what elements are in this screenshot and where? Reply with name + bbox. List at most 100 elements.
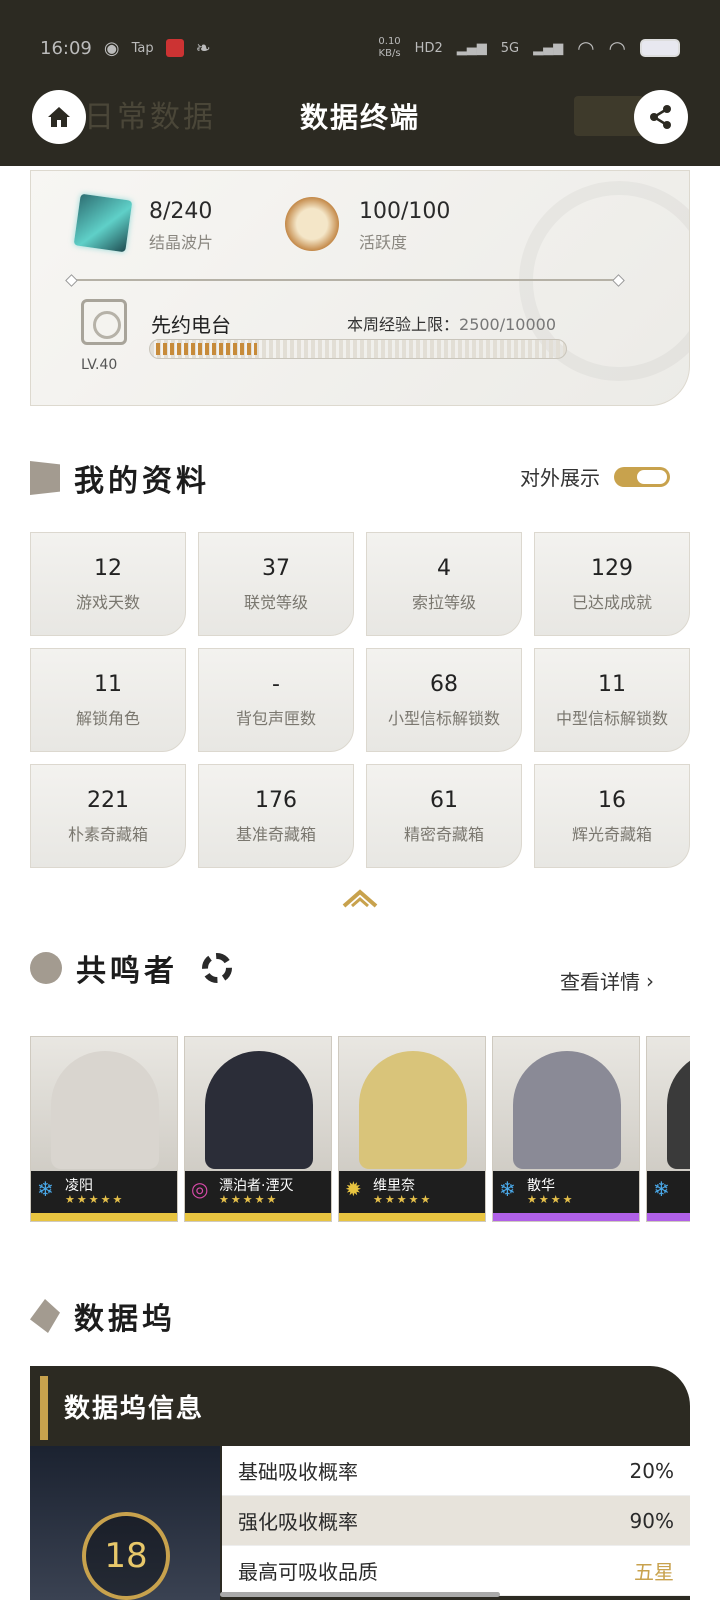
databank-info-title: 数据坞信息 — [64, 1394, 205, 1424]
profile-stat-cell: 11 解锁角色 — [30, 648, 186, 752]
databank-info-header: 数据坞信息 — [30, 1366, 690, 1446]
stat-label: 小型信标解锁数 — [387, 708, 500, 728]
home-indicator[interactable] — [220, 1592, 500, 1597]
resonator-card[interactable]: ❄ 散华 ★★★★ — [492, 1036, 640, 1222]
resonator-info-bar: ✹ 维里奈 ★★★★★ — [339, 1171, 485, 1213]
battery-icon — [640, 39, 680, 57]
status-bar: 16:09 ◉ Tap ❧ 0.10 KB/s HD2 ▂▄▆ 5G ▂▄▆ ◠ … — [0, 0, 720, 70]
resonator-card[interactable]: ◎ 漂泊者·湮灭 ★★★★★ — [184, 1036, 332, 1222]
public-display-toggle[interactable]: 对外展示 — [520, 462, 670, 491]
resonator-name: 凌阳 — [65, 1178, 93, 1194]
activity-label: 活跃度 — [359, 233, 408, 252]
crystal-icon — [73, 193, 133, 253]
stat-label: 解锁角色 — [75, 708, 140, 728]
profile-section-header: 我的资料 — [30, 456, 210, 500]
compass-icon — [285, 197, 339, 251]
stat-value: 68 — [430, 671, 458, 697]
profile-stat-cell: 221 朴素奇藏箱 — [30, 764, 186, 868]
resonator-info-bar: ◎ 漂泊者·湮灭 ★★★★★ — [185, 1171, 331, 1213]
databank-stat-label: 强化吸收概率 — [238, 1510, 358, 1534]
glacio-icon: ❄ — [37, 1177, 54, 1201]
5g-icon: 5G — [500, 40, 520, 56]
databank-title: 数据坞 — [74, 1302, 176, 1337]
net-speed: 0.10 KB/s — [378, 36, 401, 59]
rarity-stripe — [647, 1213, 690, 1221]
profile-stat-cell: 176 基准奇藏箱 — [198, 764, 354, 868]
resonator-info-bar: ❄ — [647, 1171, 690, 1213]
resource-card: 8/240 结晶波片 100/100 活跃度 LV.40 先约电台 本周经验上限… — [30, 170, 690, 406]
profile-stat-cell: 12 游戏天数 — [30, 532, 186, 636]
stat-label: 索拉等级 — [411, 592, 476, 612]
radio-station-icon — [81, 299, 127, 345]
databank-stat-label: 最高可吸收品质 — [238, 1560, 378, 1584]
databank-stat-value: 五星 — [634, 1560, 674, 1584]
profile-title: 我的资料 — [74, 464, 210, 499]
profile-stat-cell: - 背包声匣数 — [198, 648, 354, 752]
resonator-name: 散华 — [527, 1178, 555, 1194]
stat-value: 61 — [430, 787, 458, 813]
exp-limit: 本周经验上限：2500/10000 — [347, 315, 557, 334]
rarity-stripe — [493, 1213, 639, 1221]
resonator-stars: ★★★★★ — [219, 1193, 279, 1206]
resonators-section-header: 共鸣者 — [30, 946, 232, 990]
station-name: 先约电台 — [151, 313, 231, 337]
databank-section-header: 数据坞 — [30, 1294, 176, 1338]
wifi2-icon: ◠ — [608, 36, 626, 60]
stat-label: 朴素奇藏箱 — [67, 824, 148, 844]
toggle-switch[interactable] — [614, 466, 670, 487]
profile-stat-cell: 61 精密奇藏箱 — [366, 764, 522, 868]
station-level: LV.40 — [81, 357, 118, 373]
databank-stat-row: 最高可吸收品质 五星 — [222, 1546, 690, 1596]
databank-stat-value: 90% — [629, 1508, 674, 1533]
toggle-label: 对外展示 — [520, 466, 600, 490]
share-button[interactable] — [634, 90, 688, 144]
resonators-title: 共鸣者 — [76, 954, 178, 989]
databank-stat-row: 强化吸收概率 90% — [222, 1496, 690, 1546]
rarity-stripe — [185, 1213, 331, 1221]
divider — [71, 279, 619, 281]
databank-level-panel: 18 — [30, 1446, 220, 1600]
stat-value: 37 — [262, 555, 290, 581]
leaf-icon: ❧ — [195, 37, 211, 59]
activity-value: 100/100 — [359, 199, 451, 224]
exp-progress-fill — [156, 343, 257, 355]
resonator-portrait — [359, 1051, 467, 1169]
resonator-stars: ★★★★★ — [65, 1193, 125, 1206]
profile-icon — [30, 461, 60, 495]
resonator-portrait — [667, 1051, 690, 1169]
crystal-value: 8/240 — [149, 199, 213, 224]
stat-label: 背包声匣数 — [235, 708, 316, 728]
chevron-right-icon: › — [646, 968, 654, 993]
resonator-card[interactable]: ✹ 维里奈 ★★★★★ — [338, 1036, 486, 1222]
glacio-icon: ❄ — [499, 1177, 516, 1201]
view-details-link[interactable]: 查看详情 › — [560, 966, 654, 995]
databank-stat-label: 基础吸收概率 — [238, 1460, 358, 1484]
stat-value: 11 — [598, 671, 626, 697]
databank-stats: 基础吸收概率 20% 强化吸收概率 90% 最高可吸收品质 五星 — [222, 1446, 690, 1596]
hd-icon: HD2 — [414, 40, 443, 56]
page-title: 数据终端 — [299, 101, 420, 134]
stat-value: 11 — [94, 671, 122, 697]
view-details-label: 查看详情 — [560, 970, 640, 994]
resonator-card[interactable]: ❄ — [646, 1036, 690, 1222]
stat-value: 129 — [591, 555, 633, 581]
app-badge-icon — [165, 39, 184, 57]
gear-icon[interactable] — [202, 953, 232, 983]
stat-label: 游戏天数 — [75, 592, 140, 612]
stat-value: 4 — [437, 555, 451, 581]
stat-value: - — [272, 671, 280, 697]
collapse-icon[interactable] — [340, 886, 380, 908]
accent-bar — [40, 1376, 48, 1440]
profile-stat-cell: 68 小型信标解锁数 — [366, 648, 522, 752]
stat-label: 精密奇藏箱 — [403, 824, 484, 844]
databank-info-card[interactable]: 数据坞信息 18 基础吸收概率 20% 强化吸收概率 90% 最高可吸收品质 五星 — [30, 1366, 690, 1600]
resonator-card[interactable]: ❄ 凌阳 ★★★★★ — [30, 1036, 178, 1222]
stat-value: 12 — [94, 555, 122, 581]
resonator-icon — [30, 952, 62, 984]
resonator-list: ❄ 凌阳 ★★★★★ ◎ 漂泊者·湮灭 ★★★★★ ✹ 维里奈 ★★★★★ ❄ … — [30, 1036, 690, 1222]
profile-stat-cell: 4 索拉等级 — [366, 532, 522, 636]
stat-label: 联觉等级 — [243, 592, 308, 612]
resonator-portrait — [513, 1051, 621, 1169]
profile-stat-cell: 11 中型信标解锁数 — [534, 648, 690, 752]
resonator-portrait — [51, 1051, 159, 1169]
